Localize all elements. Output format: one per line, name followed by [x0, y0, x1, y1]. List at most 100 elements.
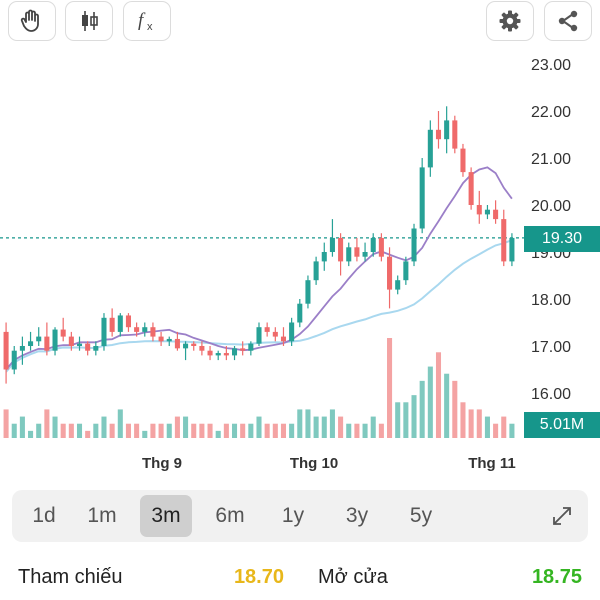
volume-bar — [468, 409, 474, 438]
volume-bar — [166, 423, 172, 438]
volume-bar — [280, 423, 287, 438]
candle-body — [76, 343, 83, 346]
volume-bar — [501, 416, 507, 438]
volume-bar — [93, 423, 99, 438]
candle-body — [85, 343, 91, 351]
volume-bar — [264, 423, 270, 438]
candlestick-chart-svg[interactable]: 23.0022.0021.0020.0019.0018.0017.0016.00… — [0, 44, 600, 480]
candle-body — [44, 336, 50, 351]
volume-bar — [411, 395, 417, 438]
long-moving-average-line — [5, 239, 513, 373]
price-chart[interactable]: 23.00 22.00 21.00 20.00 19.00 18.00 17.00 16.00… — [0, 44, 600, 480]
tab-1m[interactable]: 1m — [76, 495, 128, 537]
volume-bar — [28, 430, 34, 438]
candle-body — [329, 237, 335, 252]
open-price-value: 18.75 — [531, 566, 582, 588]
candle-body — [3, 331, 9, 370]
candle-body — [101, 317, 107, 346]
settings-button[interactable] — [486, 1, 534, 41]
tab-6m[interactable]: 6m — [204, 495, 256, 537]
volume-bar — [272, 423, 278, 438]
tab-3m[interactable]: 3m — [140, 495, 192, 537]
volume-bar — [248, 423, 254, 438]
volume-bar — [142, 430, 148, 438]
hand-tool-button[interactable] — [8, 1, 56, 41]
candle-body — [240, 348, 246, 351]
volume-bar — [231, 423, 238, 438]
candle-body — [166, 338, 172, 342]
tab-5y[interactable]: 5y — [395, 495, 447, 537]
price-axis-tick: 16.00 — [531, 386, 571, 403]
volume-bar — [493, 423, 499, 438]
range-tabs: 1d 1m 3m 6m 1y 3y 5y — [12, 490, 588, 542]
candle-body — [403, 261, 409, 281]
volume-bar — [215, 430, 221, 438]
volume-bar — [460, 402, 466, 438]
candle-body — [476, 205, 482, 215]
volume-bar — [36, 423, 42, 438]
tab-1y[interactable]: 1y — [267, 495, 319, 537]
candle-body — [19, 346, 25, 351]
candle-body — [484, 209, 490, 215]
volume-bar — [101, 416, 107, 438]
time-axis-tick: Thg 9 — [142, 455, 182, 472]
candle-body — [183, 343, 189, 349]
price-axis-tick: 18.00 — [531, 292, 571, 309]
volume-bar — [452, 380, 458, 438]
volume-bar — [427, 366, 433, 438]
volume-bar — [117, 409, 123, 438]
candle-body — [28, 341, 34, 346]
tab-1d[interactable]: 1d — [18, 495, 70, 537]
candle-body — [509, 237, 515, 262]
candle-body — [411, 228, 417, 262]
candle-body — [223, 353, 229, 356]
candle-body — [11, 350, 17, 370]
candle-body — [419, 167, 425, 229]
volume-bar — [444, 373, 450, 438]
volume-bar — [329, 409, 335, 438]
volume-bar — [223, 423, 229, 438]
expand-chart-button[interactable] — [546, 500, 578, 532]
candle-body — [493, 209, 499, 220]
open-price-label: Mở cửa — [318, 566, 388, 588]
candle-body — [215, 353, 221, 356]
volume-bar — [207, 423, 213, 438]
candle-body — [362, 252, 368, 257]
volume-bar — [289, 423, 295, 438]
volume-bar — [125, 423, 131, 438]
candlestick-tool-button[interactable] — [65, 1, 113, 41]
candle-body — [158, 336, 164, 342]
candle-body — [272, 331, 278, 337]
candle-body — [60, 329, 66, 337]
candle-body — [460, 148, 466, 173]
price-axis-tick: 20.00 — [531, 198, 571, 215]
share-button[interactable] — [544, 1, 592, 41]
volume-bar — [387, 338, 393, 438]
indicator-function-button[interactable]: f x — [123, 1, 171, 41]
volume-bar — [395, 402, 401, 438]
candle-body — [427, 129, 433, 168]
candle-body — [207, 350, 213, 356]
volume-bar — [297, 409, 303, 438]
candle-body — [150, 327, 156, 337]
svg-text:x: x — [147, 21, 153, 33]
price-info-row: Tham chiếu 18.70 Mở cửa 18.75 — [0, 560, 600, 594]
volume-bar — [509, 423, 515, 438]
volume-bar — [370, 416, 376, 438]
candle-body — [93, 346, 99, 351]
candle-body — [36, 336, 42, 342]
candle-body — [313, 261, 319, 281]
volume-bar — [476, 409, 482, 438]
candle-body — [387, 256, 393, 290]
candle-body — [125, 315, 131, 328]
tab-3y[interactable]: 3y — [331, 495, 383, 537]
volume-bar — [3, 409, 9, 438]
time-axis-tick: Thg 10 — [290, 455, 338, 472]
svg-text:f: f — [138, 10, 146, 31]
volume-bar — [183, 416, 189, 438]
time-axis-tick: Thg 11 — [468, 455, 516, 472]
expand-icon — [553, 507, 571, 525]
volume-bar — [174, 416, 180, 438]
volume-bar — [11, 423, 17, 438]
volume-bar — [199, 423, 205, 438]
